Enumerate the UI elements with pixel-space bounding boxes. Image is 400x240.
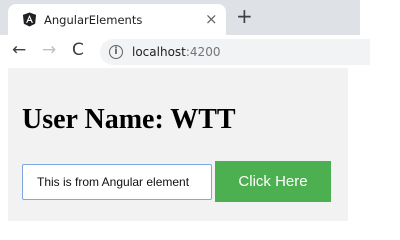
tab-title: AngularElements bbox=[44, 13, 143, 27]
browser-toolbar: ← → C i localhost:4200 bbox=[0, 35, 370, 68]
page-content: User Name: WTT Click Here bbox=[8, 68, 348, 221]
back-arrow-icon[interactable]: ← bbox=[12, 39, 26, 61]
url-text: localhost:4200 bbox=[132, 45, 220, 59]
info-icon[interactable]: i bbox=[109, 45, 123, 59]
tab-strip: AngularElements × + bbox=[0, 0, 360, 35]
close-tab-icon[interactable]: × bbox=[205, 10, 218, 28]
browser-tab[interactable]: AngularElements × bbox=[8, 4, 226, 35]
click-here-button[interactable]: Click Here bbox=[215, 161, 331, 202]
reload-icon[interactable]: C bbox=[72, 39, 84, 61]
address-bar[interactable]: i localhost:4200 bbox=[100, 39, 370, 65]
text-input[interactable] bbox=[22, 164, 212, 200]
url-host: localhost bbox=[132, 45, 186, 59]
url-port: :4200 bbox=[185, 45, 221, 59]
new-tab-icon[interactable]: + bbox=[236, 5, 253, 27]
user-name-heading: User Name: WTT bbox=[22, 104, 236, 135]
forward-arrow-icon[interactable]: → bbox=[42, 39, 56, 61]
angular-logo-icon bbox=[22, 12, 37, 27]
